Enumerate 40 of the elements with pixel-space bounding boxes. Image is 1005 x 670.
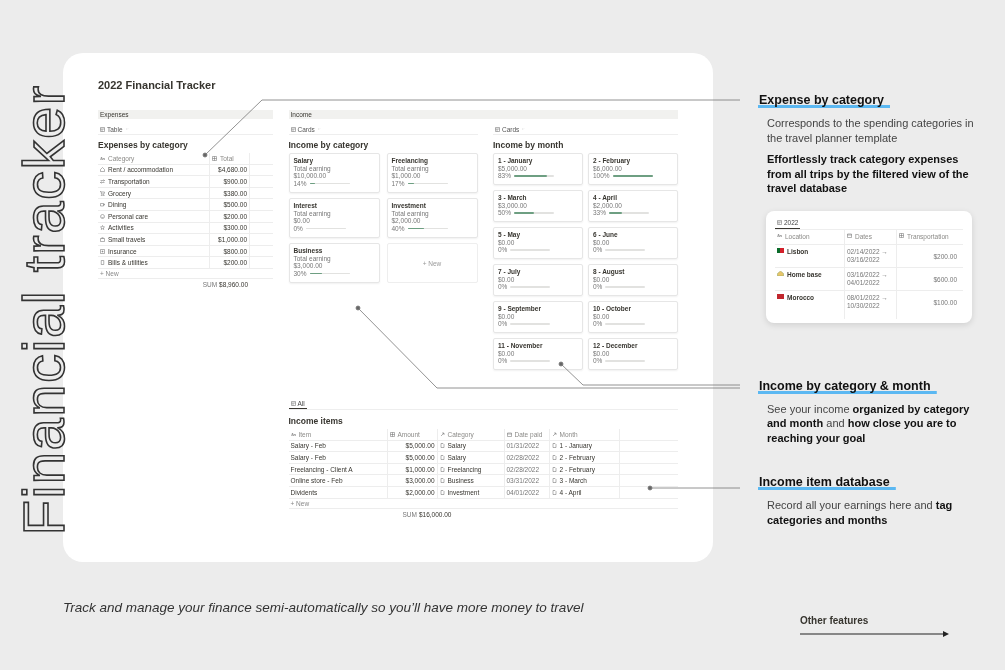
flag-icon	[777, 247, 784, 253]
grid-icon	[899, 232, 904, 238]
grid-icon	[389, 431, 395, 437]
table-icon	[100, 126, 105, 132]
page-title: 2022 Financial Tracker	[98, 79, 217, 91]
table-icon	[290, 126, 296, 132]
cup-icon	[100, 202, 105, 208]
calendar-icon	[847, 232, 852, 238]
cart-icon	[100, 190, 105, 196]
flag-icon	[777, 293, 784, 299]
arrow-icon	[439, 431, 445, 437]
caption: Track and manage your finance semi-automatically so you’ll have more money to travel	[63, 599, 585, 617]
text-icon	[290, 431, 296, 437]
other-features-link[interactable]: Other features	[800, 615, 1000, 627]
suitcase-icon	[100, 236, 105, 242]
house-icon	[100, 167, 105, 173]
plus-box-icon	[100, 248, 105, 254]
arrow-icon	[800, 630, 950, 638]
annotation-heading: Expense by category	[758, 92, 891, 108]
text-icon	[100, 155, 105, 161]
section-heading: Income items	[288, 416, 344, 426]
table-icon	[495, 126, 500, 132]
section-heading: Income by month	[493, 140, 565, 150]
annotation-heading: Income item database	[758, 474, 896, 490]
arrows-icon	[100, 179, 105, 184]
house-icon	[777, 270, 784, 276]
annotation-text: See your income organized by category and month and how close you are to reaching your goal	[767, 401, 971, 445]
table-icon	[777, 220, 782, 225]
star-icon	[100, 225, 105, 231]
section-heading: Income by category	[288, 140, 370, 150]
grid-icon	[212, 155, 217, 161]
annotation-text: Corresponds to the spending categories in the travel planner template	[767, 116, 975, 145]
annotation-note: Effortlessly track category expenses from all trips by the filtered view of the travel database	[767, 152, 970, 196]
arrow-icon	[551, 431, 557, 437]
table-icon	[290, 401, 296, 406]
calendar-icon	[506, 431, 512, 437]
vertical-title: Financial tracker	[15, 84, 73, 536]
text-icon	[777, 232, 782, 238]
annotation-text: Record all your earnings here and tag categories and months	[767, 498, 954, 527]
section-heading: Expenses by category	[98, 140, 189, 150]
